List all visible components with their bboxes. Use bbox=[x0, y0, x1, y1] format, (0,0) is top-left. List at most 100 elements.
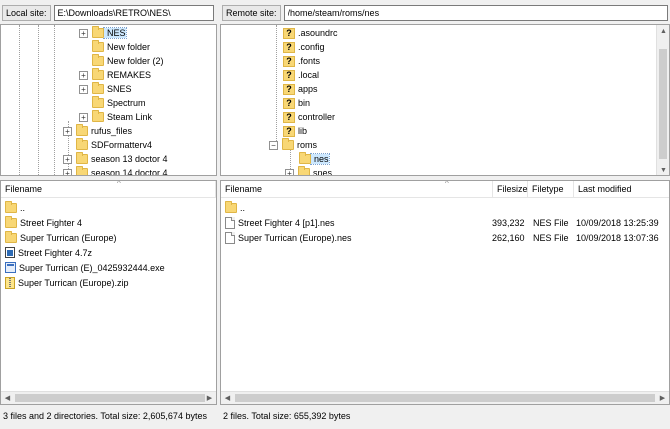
expand-toggle-icon[interactable]: + bbox=[79, 84, 88, 94]
remote-file-row[interactable]: Street Fighter 4 [p1].nes 393,232 NES File… bbox=[225, 216, 665, 229]
local-tree-item[interactable]: + Steam Link bbox=[79, 110, 152, 124]
remote-tree-item[interactable]: ? .fonts bbox=[283, 54, 320, 68]
tree-item-label: rufus_files bbox=[91, 126, 133, 136]
expand-toggle-icon[interactable]: − bbox=[269, 140, 278, 150]
unknown-item-icon: ? bbox=[283, 27, 295, 39]
remote-tree-item[interactable]: + snes bbox=[285, 166, 333, 176]
folder-icon bbox=[5, 215, 17, 228]
tree-item-label: New folder bbox=[107, 42, 151, 52]
remote-file-row[interactable]: Super Turrican (Europe).nes 262,160 NES Fi… bbox=[225, 231, 665, 244]
remote-tree-scrollbar[interactable]: ▲ ▼ bbox=[656, 25, 669, 175]
remote-directory-tree[interactable]: ? .asoundrc? .config? .fonts? .local? apps? bi… bbox=[220, 24, 670, 176]
expand-toggle-icon[interactable]: + bbox=[63, 154, 72, 164]
local-file-row[interactable]: Street Fighter 4.7z bbox=[5, 246, 92, 259]
folder-icon bbox=[92, 110, 104, 122]
local-tree-item[interactable]: + SNES bbox=[79, 82, 132, 96]
scroll-right-arrow-icon[interactable]: ▶ bbox=[656, 392, 669, 404]
folder-icon bbox=[76, 124, 88, 136]
local-file-row[interactable]: .. bbox=[5, 200, 25, 214]
folder-icon bbox=[5, 230, 17, 243]
scroll-thumb[interactable] bbox=[659, 49, 667, 159]
tree-item-label: New folder (2) bbox=[107, 56, 164, 66]
remote-column-filetype[interactable]: Filetype bbox=[528, 181, 574, 198]
remote-tree-item[interactable]: ? apps bbox=[283, 82, 318, 96]
unknown-item-icon: ? bbox=[283, 125, 295, 137]
scroll-thumb[interactable] bbox=[235, 394, 655, 402]
expand-toggle-icon[interactable]: + bbox=[63, 168, 72, 175]
remote-tree-item[interactable]: ? lib bbox=[283, 124, 307, 138]
tree-item-label: snes bbox=[313, 168, 333, 176]
local-tree-item[interactable]: + rufus_files bbox=[63, 124, 132, 138]
folder-icon bbox=[76, 152, 88, 164]
file-name: Street Fighter 4 [p1].nes bbox=[238, 217, 335, 228]
expand-toggle-icon[interactable]: + bbox=[79, 70, 88, 80]
file-name: Street Fighter 4.7z bbox=[18, 247, 93, 258]
tree-item-label: .fonts bbox=[298, 56, 321, 66]
remote-tree-item[interactable]: − roms bbox=[269, 138, 317, 152]
local-file-row[interactable]: Super Turrican (Europe).zip bbox=[5, 276, 129, 289]
local-tree-item[interactable]: + REMAKES bbox=[79, 68, 151, 82]
tree-item-label: lib bbox=[298, 126, 308, 136]
tree-item-label: .local bbox=[298, 70, 320, 80]
tree-item-label: nes bbox=[310, 153, 330, 165]
remote-tree-item[interactable]: ? .asoundrc bbox=[283, 26, 338, 40]
tree-item-label: NES bbox=[103, 27, 127, 39]
expand-toggle-icon[interactable]: + bbox=[79, 112, 88, 122]
file-last-modified: 10/09/2018 13:07:36 bbox=[576, 232, 659, 243]
remote-tree-item[interactable]: ? .config bbox=[283, 40, 325, 54]
local-tree-item[interactable]: New folder (2) bbox=[79, 54, 164, 68]
tree-item-label: bin bbox=[298, 98, 311, 108]
local-file-row[interactable]: Super Turrican (E)_0425932444.exe bbox=[5, 261, 165, 274]
local-tree-item[interactable]: + season 13 doctor 4 bbox=[63, 152, 168, 166]
tree-item-label: controller bbox=[298, 112, 336, 122]
file-last-modified: 10/09/2018 13:25:39 bbox=[576, 217, 659, 228]
local-file-row[interactable]: Street Fighter 4 bbox=[5, 215, 83, 229]
expand-toggle-icon[interactable]: + bbox=[285, 168, 294, 175]
remote-tree-item[interactable]: ? controller bbox=[283, 110, 335, 124]
remote-file-row[interactable]: .. bbox=[225, 200, 665, 214]
local-tree-item[interactable]: Spectrum bbox=[79, 96, 146, 110]
local-tree-item[interactable]: + NES bbox=[79, 26, 127, 40]
folder-icon bbox=[76, 166, 88, 175]
remote-column-last-modified[interactable]: Last modified bbox=[574, 181, 669, 198]
local-file-list[interactable]: ^ Filename .. Street Fighter 4 Super Turri… bbox=[0, 180, 217, 405]
remote-site-path-input[interactable] bbox=[283, 5, 668, 21]
remote-status-bar: 2 files. Total size: 655,392 bytes bbox=[220, 408, 670, 425]
remote-tree-item[interactable]: ? .local bbox=[283, 68, 319, 82]
scroll-thumb[interactable] bbox=[15, 394, 205, 402]
local-tree-item[interactable]: SDFormatterv4 bbox=[63, 138, 152, 152]
remote-file-list[interactable]: ^ Filename Filesize Filetype Last modifi… bbox=[220, 180, 670, 405]
local-site-path-input[interactable] bbox=[53, 5, 214, 21]
scroll-left-arrow-icon[interactable]: ◀ bbox=[221, 392, 234, 404]
expand-toggle-icon[interactable]: + bbox=[63, 126, 72, 136]
local-tree-item[interactable]: New folder bbox=[79, 40, 150, 54]
expand-toggle-icon[interactable]: + bbox=[79, 28, 88, 38]
local-site-bar: Local site: bbox=[2, 3, 214, 23]
remote-column-filesize[interactable]: Filesize bbox=[493, 181, 528, 198]
tree-item-label: .asoundrc bbox=[298, 28, 338, 38]
folder-icon bbox=[298, 166, 310, 175]
folder-icon bbox=[92, 40, 104, 52]
remote-column-filename[interactable]: Filename bbox=[221, 181, 493, 198]
local-file-list-hscrollbar[interactable]: ◀ ▶ bbox=[1, 391, 216, 404]
archive-7z-icon bbox=[5, 247, 15, 258]
file-name: Super Turrican (Europe).zip bbox=[18, 277, 129, 288]
folder-icon bbox=[92, 54, 104, 66]
local-directory-tree[interactable]: + NES New folder New folder (2) + REMAKES + SNE… bbox=[0, 24, 217, 176]
remote-tree-item[interactable]: ? bin bbox=[283, 96, 310, 110]
scroll-down-arrow-icon[interactable]: ▼ bbox=[657, 164, 669, 175]
remote-file-list-hscrollbar[interactable]: ◀ ▶ bbox=[221, 391, 669, 404]
remote-file-list-header: ^ Filename Filesize Filetype Last modifi… bbox=[221, 181, 669, 198]
local-file-row[interactable]: Super Turrican (Europe) bbox=[5, 230, 117, 244]
folder-icon bbox=[92, 68, 104, 80]
local-file-list-header: ^ Filename bbox=[1, 181, 216, 198]
file-name: Street Fighter 4 bbox=[20, 217, 83, 228]
scroll-left-arrow-icon[interactable]: ◀ bbox=[1, 392, 14, 404]
local-tree-item[interactable]: + season 14 doctor 4 bbox=[63, 166, 168, 175]
remote-tree-item[interactable]: nes bbox=[299, 152, 330, 166]
tree-item-label: .config bbox=[298, 42, 325, 52]
scroll-right-arrow-icon[interactable]: ▶ bbox=[203, 392, 216, 404]
scroll-up-arrow-icon[interactable]: ▲ bbox=[657, 25, 669, 38]
local-column-filename[interactable]: Filename bbox=[1, 181, 216, 198]
unknown-item-icon: ? bbox=[283, 55, 295, 67]
